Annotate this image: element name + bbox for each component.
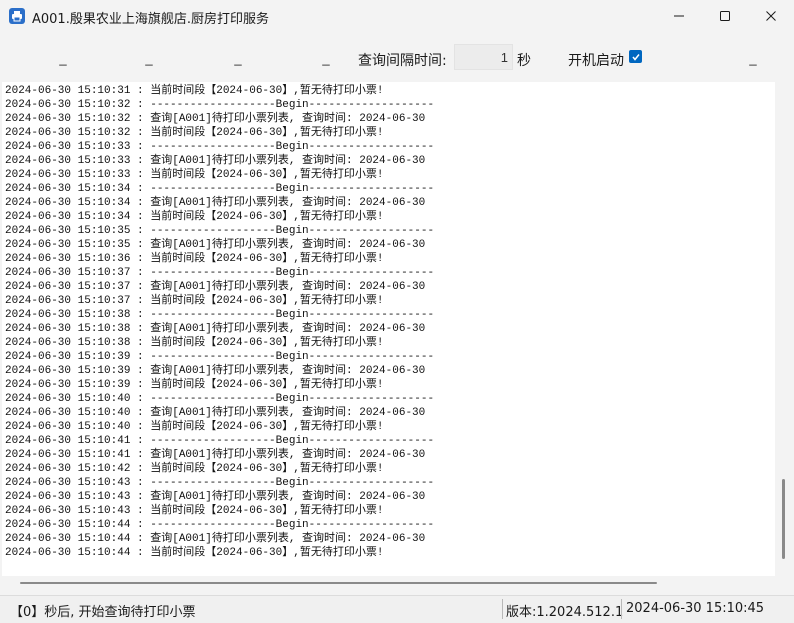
log-line: 2024-06-30 15:10:33 : 查询[A001]待打印小票列表, 查… [5, 155, 426, 167]
log-line: 2024-06-30 15:10:37 : ------------------… [5, 267, 435, 279]
log-line: 2024-06-30 15:10:32 : 当前时间段【2024-06-30】,… [5, 127, 384, 139]
status-divider [621, 599, 622, 619]
log-line: 2024-06-30 15:10:32 : 查询[A001]待打印小票列表, 查… [5, 113, 426, 125]
toolbar: _ _ _ _ 查询间隔时间: 1 秒 开机启动 _ [0, 32, 794, 82]
minimize-button[interactable] [656, 0, 702, 32]
close-button[interactable] [748, 0, 794, 32]
log-line: 2024-06-30 15:10:38 : 当前时间段【2024-06-30】,… [5, 337, 384, 349]
log-line: 2024-06-30 15:10:44 : 查询[A001]待打印小票列表, 查… [5, 533, 426, 545]
log-line: 2024-06-30 15:10:42 : 当前时间段【2024-06-30】,… [5, 463, 384, 475]
log-line: 2024-06-30 15:10:34 : ------------------… [5, 183, 435, 195]
log-line: 2024-06-30 15:10:37 : 查询[A001]待打印小票列表, 查… [5, 281, 426, 293]
log-line: 2024-06-30 15:10:39 : 查询[A001]待打印小票列表, 查… [5, 365, 426, 377]
printer-icon [9, 8, 25, 24]
horizontal-scrollbar[interactable] [2, 577, 775, 591]
log-line: 2024-06-30 15:10:34 : 查询[A001]待打印小票列表, 查… [5, 197, 426, 209]
log-line: 2024-06-30 15:10:36 : 当前时间段【2024-06-30】,… [5, 253, 384, 265]
log-line: 2024-06-30 15:10:44 : ------------------… [5, 519, 435, 531]
log-line: 2024-06-30 15:10:41 : 查询[A001]待打印小票列表, 查… [5, 449, 426, 461]
autostart-label: 开机启动 [568, 53, 624, 69]
log-line: 2024-06-30 15:10:40 : 查询[A001]待打印小票列表, 查… [5, 407, 426, 419]
log-line: 2024-06-30 15:10:43 : ------------------… [5, 477, 435, 489]
interval-input[interactable]: 1 [454, 44, 513, 70]
horizontal-scroll-thumb[interactable] [20, 582, 657, 584]
interval-unit-label: 秒 [517, 53, 531, 69]
status-bar: 【0】秒后, 开始查询待打印小票 版本:1.2024.512.1 2024-06… [0, 595, 794, 623]
interval-label: 查询间隔时间: [358, 53, 447, 69]
log-line: 2024-06-30 15:10:35 : ------------------… [5, 225, 435, 237]
log-line: 2024-06-30 15:10:39 : 当前时间段【2024-06-30】,… [5, 379, 384, 391]
toolbar-button-1[interactable]: _ [33, 42, 93, 72]
maximize-button[interactable] [702, 0, 748, 32]
status-message: 【0】秒后, 开始查询待打印小票 [10, 605, 196, 620]
toolbar-button-2[interactable]: _ [119, 42, 179, 72]
log-line: 2024-06-30 15:10:31 : 当前时间段【2024-06-30】,… [5, 85, 384, 97]
checkmark-icon [631, 53, 640, 61]
toolbar-button-5[interactable]: _ [723, 42, 783, 72]
window-title: A001.殷果农业上海旗舰店.厨房打印服务 [32, 12, 269, 27]
log-line: 2024-06-30 15:10:37 : 当前时间段【2024-06-30】,… [5, 295, 384, 307]
status-divider [502, 599, 503, 619]
toolbar-button-4[interactable]: _ [296, 42, 356, 72]
log-line: 2024-06-30 15:10:33 : 当前时间段【2024-06-30】,… [5, 169, 384, 181]
log-line: 2024-06-30 15:10:41 : ------------------… [5, 435, 435, 447]
autostart-checkbox[interactable] [629, 50, 642, 63]
version-label: 版本:1.2024.512.1 [506, 605, 624, 620]
log-line: 2024-06-30 15:10:38 : ------------------… [5, 309, 435, 321]
log-line: 2024-06-30 15:10:43 : 当前时间段【2024-06-30】,… [5, 505, 384, 517]
title-bar: A001.殷果农业上海旗舰店.厨房打印服务 [0, 0, 794, 32]
log-lines: 2024-06-30 15:10:31 : 当前时间段【2024-06-30】,… [5, 84, 434, 560]
log-line: 2024-06-30 15:10:34 : 当前时间段【2024-06-30】,… [5, 211, 384, 223]
log-line: 2024-06-30 15:10:33 : ------------------… [5, 141, 435, 153]
log-line: 2024-06-30 15:10:35 : 查询[A001]待打印小票列表, 查… [5, 239, 426, 251]
log-line: 2024-06-30 15:10:44 : 当前时间段【2024-06-30】,… [5, 547, 384, 559]
minimize-icon [674, 15, 684, 17]
log-line: 2024-06-30 15:10:40 : ------------------… [5, 393, 435, 405]
status-datetime: 2024-06-30 15:10:45 [626, 601, 765, 616]
maximize-icon [720, 11, 730, 21]
log-line: 2024-06-30 15:10:40 : 当前时间段【2024-06-30】,… [5, 421, 384, 433]
log-line: 2024-06-30 15:10:38 : 查询[A001]待打印小票列表, 查… [5, 323, 426, 335]
log-line: 2024-06-30 15:10:32 : ------------------… [5, 99, 435, 111]
toolbar-button-3[interactable]: _ [208, 42, 268, 72]
vertical-scroll-thumb[interactable] [782, 479, 785, 559]
close-icon [766, 11, 776, 21]
log-line: 2024-06-30 15:10:43 : 查询[A001]待打印小票列表, 查… [5, 491, 426, 503]
log-line: 2024-06-30 15:10:39 : ------------------… [5, 351, 435, 363]
vertical-scrollbar[interactable] [777, 82, 792, 576]
log-panel[interactable]: 2024-06-30 15:10:31 : 当前时间段【2024-06-30】,… [2, 82, 775, 576]
